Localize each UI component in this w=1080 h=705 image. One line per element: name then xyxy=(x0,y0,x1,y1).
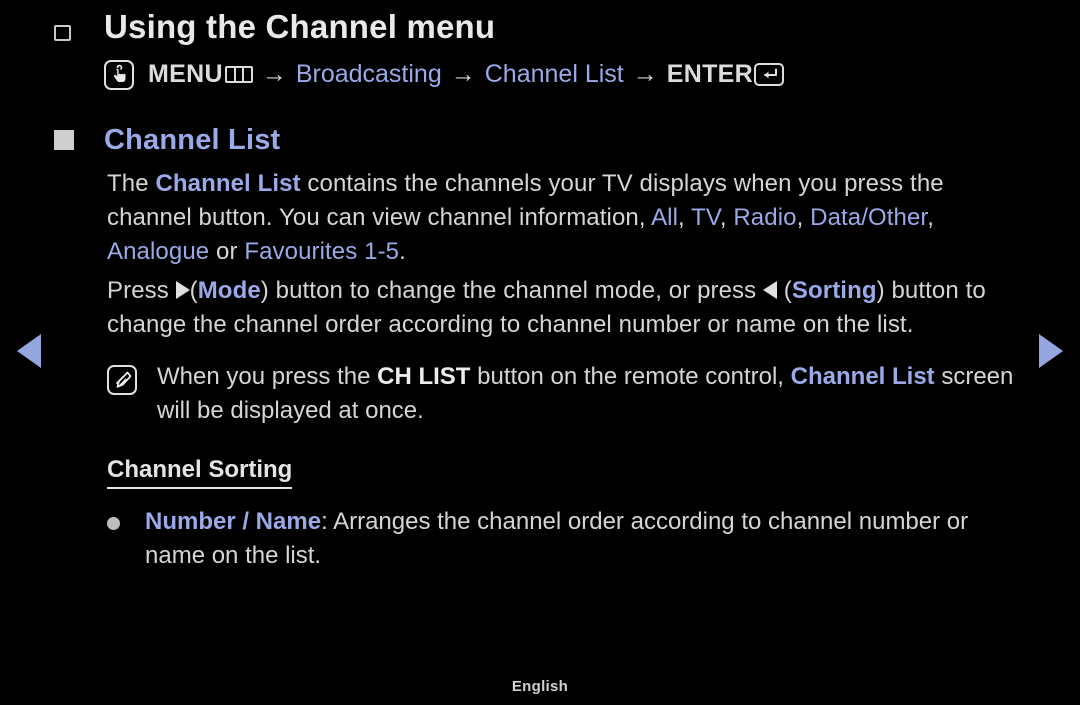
para1-keyword-channel-list: Channel List xyxy=(155,169,301,197)
para1-keyword-all: All xyxy=(651,203,679,231)
note-keyword-channel-list: Channel List xyxy=(790,362,935,390)
note-part2: button on the remote control, xyxy=(470,362,791,390)
para1-sep4: , xyxy=(927,203,934,231)
touch-hand-icon xyxy=(104,59,134,90)
page-title-row: Using the Channel menu xyxy=(54,8,1029,46)
list-item-term: Number / Name xyxy=(145,507,322,535)
paragraph-mode-sorting: Press (Mode) button to change the channe… xyxy=(107,274,1029,342)
subsection-title: Channel Sorting xyxy=(107,456,293,489)
paragraph-channel-list-description: The Channel List contains the channels y… xyxy=(107,167,1029,269)
para1-end: . xyxy=(399,237,406,265)
para1-keyword-data-other: Data/Other xyxy=(810,203,928,231)
para1-keyword-tv: TV xyxy=(691,203,720,231)
para1-keyword-radio: Radio xyxy=(733,203,797,231)
footer-language-label: English xyxy=(511,678,569,695)
menu-path-breadcrumb: MENU → Broadcasting → Channel List → ENT… xyxy=(104,59,1029,90)
menu-path-arrow-1: → xyxy=(261,60,287,89)
triangle-left-inline-icon xyxy=(763,280,778,299)
section-title-row: Channel List xyxy=(54,124,1029,157)
hollow-square-bullet-icon xyxy=(54,25,71,41)
list-item-colon: : xyxy=(321,507,328,535)
para1-mid: or xyxy=(209,237,245,265)
note-row: When you press the CH LIST button on the… xyxy=(107,360,1029,428)
menu-path-arrow-2: → xyxy=(450,60,476,89)
para1-sep1: , xyxy=(678,203,692,231)
solid-square-bullet-icon xyxy=(54,130,74,151)
section-body: The Channel List contains the channels y… xyxy=(107,167,1029,342)
para2-part3: ) button to change the channel mode, or … xyxy=(260,276,764,304)
menu-path-enter-label: ENTER xyxy=(666,60,753,89)
para1-keyword-analogue: Analogue xyxy=(107,237,210,265)
para1-part1: The xyxy=(107,169,156,197)
note-pen-icon xyxy=(107,364,137,395)
enter-return-icon xyxy=(753,63,784,87)
page-title: Using the Channel menu xyxy=(104,8,496,45)
round-dot-bullet-icon xyxy=(107,516,120,530)
para2-part4: ( xyxy=(777,276,792,304)
para2-part2: ( xyxy=(189,276,198,304)
menu-path-step-broadcasting: Broadcasting xyxy=(295,60,442,89)
manual-page: Using the Channel menu MENU → Broadcasti… xyxy=(0,0,1080,705)
section-title: Channel List xyxy=(104,123,281,156)
para2-part1: Press xyxy=(107,276,176,304)
triangle-right-inline-icon xyxy=(175,280,190,299)
next-page-arrow[interactable] xyxy=(1039,334,1063,368)
para1-sep3: , xyxy=(796,203,811,231)
para1-keyword-favourites: Favourites 1-5 xyxy=(244,237,400,265)
menu-bars-icon xyxy=(224,66,253,84)
content-column: Using the Channel menu MENU → Broadcasti… xyxy=(54,8,1029,573)
note-text: When you press the CH LIST button on the… xyxy=(157,360,1029,428)
menu-path-menu-label: MENU xyxy=(148,60,223,89)
para2-keyword-sorting: Sorting xyxy=(791,276,877,304)
para1-sep2: , xyxy=(719,203,734,231)
note-part1: When you press the xyxy=(157,362,378,390)
list-item-text: Number / Name: Arranges the channel orde… xyxy=(145,505,1029,573)
menu-path-arrow-3: → xyxy=(632,60,658,89)
previous-page-arrow[interactable] xyxy=(17,334,41,368)
list-item: Number / Name: Arranges the channel orde… xyxy=(107,505,1029,573)
note-keyword-ch-list: CH LIST xyxy=(377,362,471,390)
para2-keyword-mode: Mode xyxy=(197,276,261,304)
menu-path-step-channel-list: Channel List xyxy=(484,60,624,89)
